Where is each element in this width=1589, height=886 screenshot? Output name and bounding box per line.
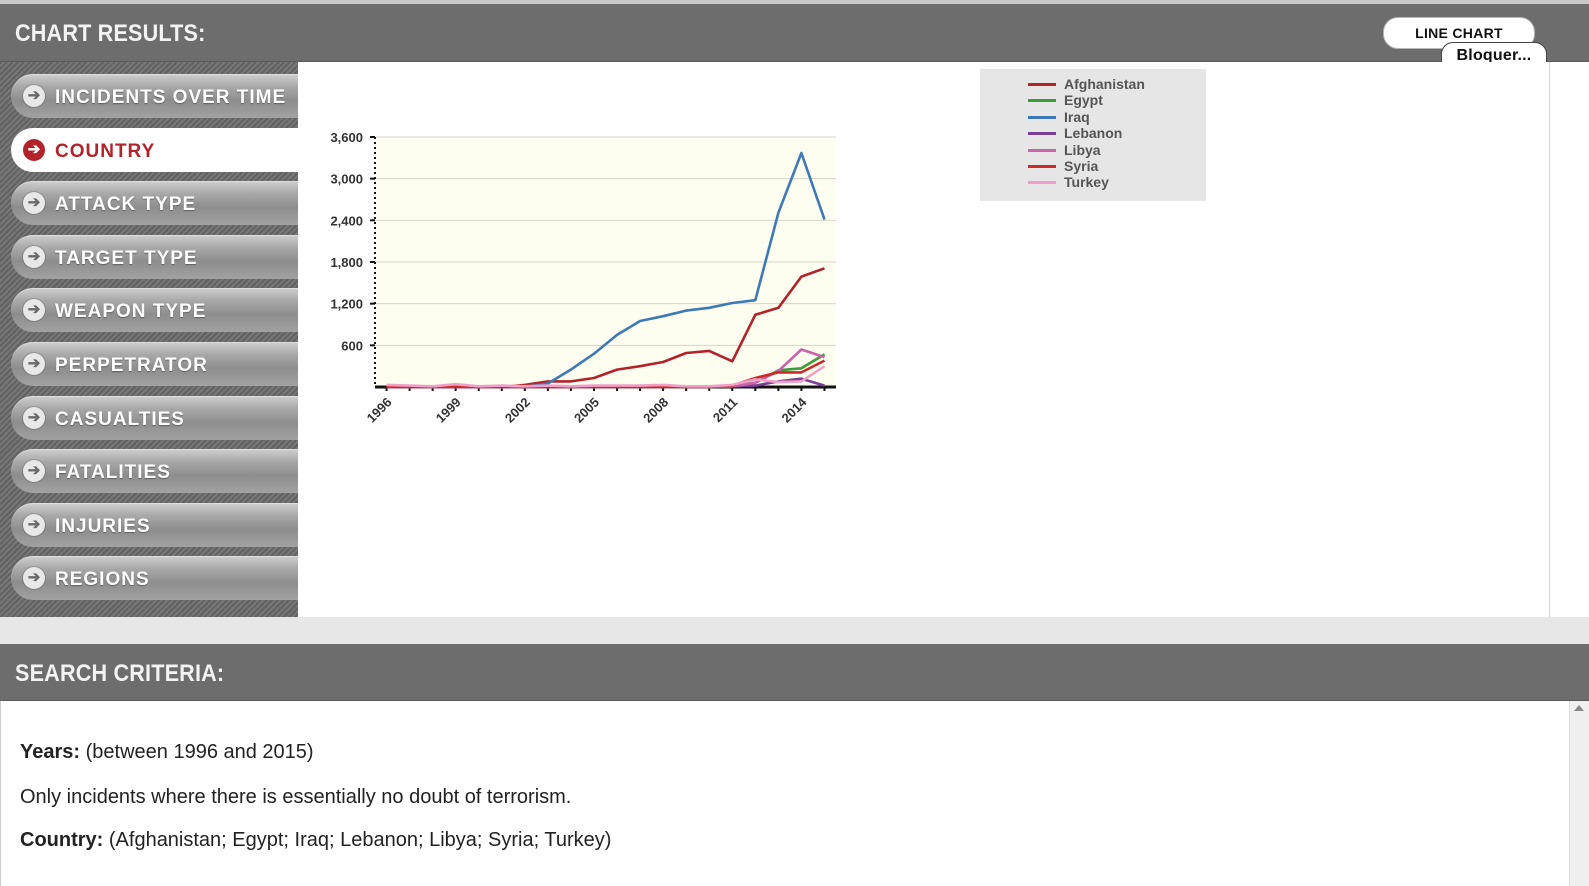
arrow-right-circle-icon: ➔ [23,567,45,590]
search-criteria-title: SEARCH CRITERIA: [15,660,225,687]
criteria-country-value: (Afghanistan; Egypt; Iraq; Lebanon; Liby… [103,829,612,851]
chart-results-title: CHART RESULTS: [15,20,206,47]
legend-label: Egypt [1064,92,1103,109]
y-tick-label: 600 [341,338,363,353]
arrow-right-circle-icon: ➔ [23,299,45,322]
legend-label: Iraq [1064,108,1090,125]
sidebar-item-weapon-type[interactable]: ➔ WEAPON TYPE [11,288,298,333]
arrow-right-circle-icon: ➔ [23,513,45,536]
chart-area: 600 1,200 1,800 2,400 3,000 3,600 1996 1999 2002… [298,62,1549,617]
sidebar-item-injuries[interactable]: ➔ INJURIES [11,502,298,547]
criteria-years-label: Years: [20,741,81,763]
legend-swatch [1028,148,1056,152]
sidebar-item-casualties[interactable]: ➔ CASUALTIES [11,395,298,440]
chart-legend: Afghanistan Egypt Iraq Lebanon Libya Syria Tur… [980,69,1206,201]
arrow-right-circle-icon: ➔ [23,85,45,107]
legend-swatch [1028,115,1056,119]
sidebar-item-country[interactable]: ➔ COUNTRY [11,127,298,172]
y-tick-label: 1,200 [330,297,363,312]
sidebar-item-label: COUNTRY [55,140,156,162]
x-tick-label: 2014 [778,394,810,426]
legend-label: Afghanistan [1064,76,1145,92]
legend-swatch [1028,83,1056,86]
criteria-doubt: Only incidents where there is essentiall… [20,786,572,808]
sidebar-item-label: ATTACK TYPE [55,194,197,216]
search-criteria-panel: Years: (between 1996 and 2015) Only inci… [0,701,1570,886]
x-tick-label: 2011 [710,395,741,426]
legend-swatch [1028,181,1056,185]
sidebar-item-label: TARGET TYPE [55,247,198,269]
sidebar-item-label: REGIONS [55,569,150,591]
search-criteria-header: SEARCH CRITERIA: [0,644,1589,701]
y-tick-label: 2,400 [330,213,363,228]
sidebar-item-label: FATALITIES [55,462,171,484]
y-tick-label: 3,600 [330,130,363,145]
criteria-scrollbar[interactable] [1569,701,1589,886]
x-tick-label: 2002 [502,395,533,426]
sidebar-item-target-type[interactable]: ➔ TARGET TYPE [11,234,298,279]
arrow-right-circle-icon: ➔ [23,353,45,375]
criteria-country: Country: (Afghanistan; Egypt; Iraq; Leba… [20,829,611,852]
sidebar-item-label: INCIDENTS OVER TIME [55,87,287,108]
sidebar-item-attack-type[interactable]: ➔ ATTACK TYPE [11,181,298,226]
criteria-years: Years: (between 1996 and 2015) [20,741,314,764]
sidebar-item-label: CASUALTIES [55,408,185,430]
sidebar-item-label: WEAPON TYPE [55,301,207,323]
chart-category-sidebar: ➔ INCIDENTS OVER TIME ➔ COUNTRY ➔ ATTACK TYPE… [0,62,298,617]
legend-label: Lebanon [1064,125,1123,142]
y-tick-label: 1,800 [330,255,363,270]
y-tick-label: 3,000 [330,172,363,187]
legend-label: Libya [1064,141,1101,158]
criteria-years-value: (between 1996 and 2015) [80,741,314,763]
criteria-country-label: Country: [20,829,104,851]
sidebar-item-regions[interactable]: ➔ REGIONS [11,556,298,601]
sidebar-item-fatalities[interactable]: ➔ FATALITIES [11,449,298,494]
arrow-right-circle-icon: ➔ [23,192,45,215]
right-edge [1549,62,1589,617]
legend-swatch [1028,165,1056,168]
section-gap [0,617,1589,644]
x-tick-label: 2008 [640,395,671,426]
scroll-up-arrow-icon[interactable] [1574,705,1584,711]
legend-swatch [1028,132,1056,136]
line-chart: 600 1,200 1,800 2,400 3,000 3,600 1996 1999 2002… [330,130,836,426]
sidebar-item-label: PERPETRATOR [55,355,208,376]
legend-swatch [1028,99,1056,103]
x-tick-label: 2005 [571,395,602,426]
arrow-right-circle-icon: ➔ [23,460,45,483]
x-tick-label: 1999 [433,395,464,426]
arrow-right-circle-icon: ➔ [23,245,45,268]
legend-label: Syria [1064,158,1099,174]
sidebar-item-incidents-over-time[interactable]: ➔ INCIDENTS OVER TIME [11,74,298,118]
sidebar-item-perpetrator[interactable]: ➔ PERPETRATOR [11,342,298,386]
chart-results-header: CHART RESULTS: LINE CHART Bloquer... [0,4,1589,67]
arrow-right-circle-icon: ➔ [23,406,45,429]
arrow-right-circle-icon: ➔ [23,138,45,161]
legend-label: Turkey [1064,174,1109,191]
x-tick-label: 1996 [364,395,395,426]
sidebar-item-label: INJURIES [55,515,151,537]
